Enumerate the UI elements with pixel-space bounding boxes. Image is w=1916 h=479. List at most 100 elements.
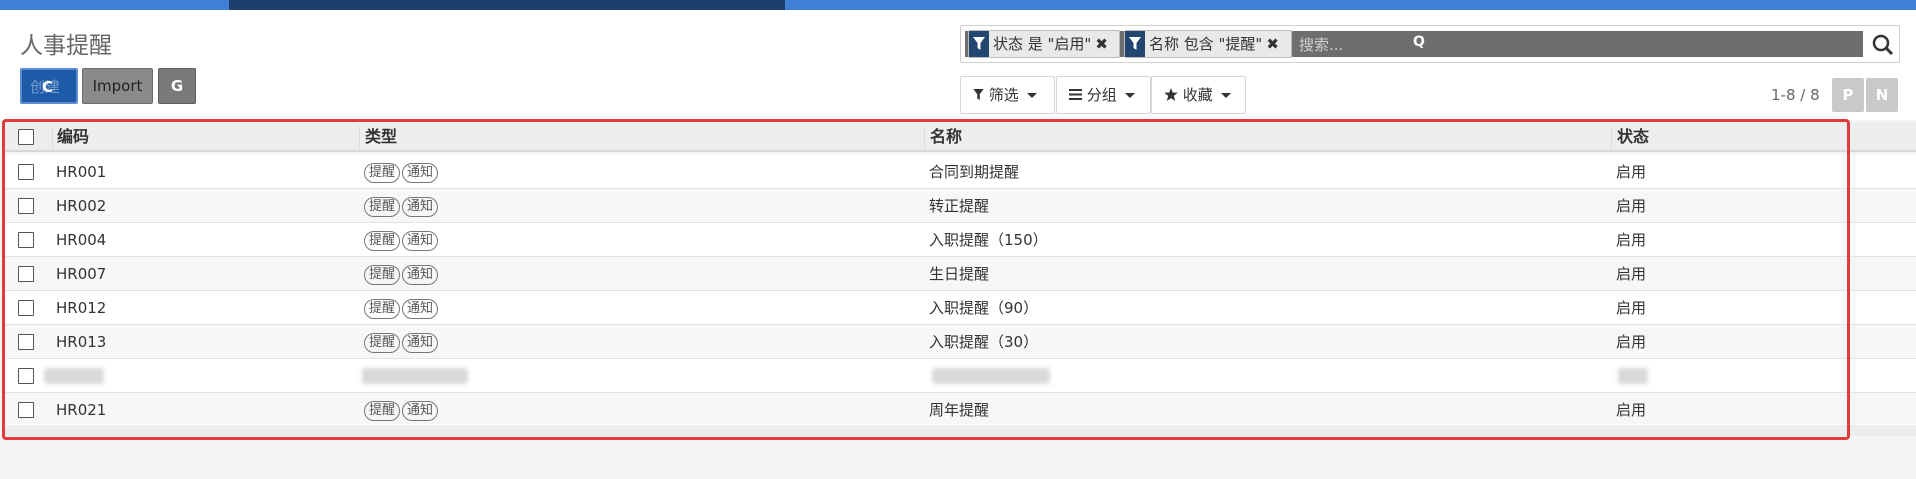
row-code: HR007 bbox=[56, 265, 107, 283]
column-header-type[interactable]: 类型 bbox=[365, 122, 397, 152]
remove-facet-icon[interactable]: ✖ bbox=[1266, 31, 1283, 57]
type-tag: 通知 bbox=[402, 196, 439, 217]
create-button-overlay: C bbox=[42, 78, 54, 96]
table-footer bbox=[4, 428, 1916, 436]
row-type: 提醒 通知 bbox=[364, 155, 440, 189]
type-tag: 通知 bbox=[402, 298, 439, 319]
redacted-block bbox=[362, 368, 468, 384]
import-button[interactable]: Import bbox=[82, 68, 153, 104]
column-separator bbox=[1611, 126, 1612, 150]
column-header-status[interactable]: 状态 bbox=[1617, 122, 1649, 152]
control-panel: 人事提醒 创建 C Import G 状态 是 "启用" ✖ 名称 包含 "提醒"… bbox=[0, 10, 1916, 120]
search-facet-name[interactable]: 名称 包含 "提醒" ✖ bbox=[1124, 30, 1292, 58]
favorite-label: 收藏 bbox=[1182, 86, 1213, 104]
g-button[interactable]: G bbox=[158, 68, 196, 104]
type-tag: 提醒 bbox=[364, 298, 401, 319]
row-status: 启用 bbox=[1616, 231, 1647, 249]
search-facet-label: 名称 包含 "提醒" bbox=[1149, 35, 1263, 53]
row-checkbox[interactable] bbox=[18, 198, 34, 214]
caret-down-icon bbox=[1026, 93, 1037, 98]
row-checkbox[interactable] bbox=[18, 334, 34, 350]
type-tag: 提醒 bbox=[364, 230, 401, 251]
row-checkbox[interactable] bbox=[18, 402, 34, 418]
bars-icon bbox=[1069, 89, 1082, 100]
table-row[interactable]: HR001 提醒 通知 合同到期提醒 启用 bbox=[4, 155, 1916, 189]
star-icon bbox=[1164, 88, 1178, 101]
row-status: 启用 bbox=[1616, 299, 1647, 317]
row-code: HR004 bbox=[56, 231, 107, 249]
group-label: 分组 bbox=[1086, 86, 1117, 104]
table-row[interactable]: HR004 提醒 通知 入职提醒（150） 启用 bbox=[4, 223, 1916, 257]
table-row[interactable]: HR007 提醒 通知 生日提醒 启用 bbox=[4, 257, 1916, 291]
row-code: HR021 bbox=[56, 401, 107, 419]
row-name: 入职提醒（30） bbox=[929, 333, 1039, 351]
row-checkbox[interactable] bbox=[18, 266, 34, 282]
row-type: 提醒 通知 bbox=[364, 223, 440, 257]
row-name: 转正提醒 bbox=[929, 197, 990, 215]
search-q-glyph: Q bbox=[1413, 34, 1425, 50]
type-tag: 提醒 bbox=[364, 196, 401, 217]
row-checkbox[interactable] bbox=[18, 300, 34, 316]
row-code: HR013 bbox=[56, 333, 107, 351]
table-row-redacted[interactable] bbox=[4, 359, 1916, 393]
column-header-name[interactable]: 名称 bbox=[930, 122, 962, 152]
row-type: 提醒 通知 bbox=[364, 393, 440, 427]
row-type: 提醒 通知 bbox=[364, 291, 440, 325]
type-tag: 通知 bbox=[402, 264, 439, 285]
remove-facet-icon[interactable]: ✖ bbox=[1095, 31, 1112, 57]
pager-range: 1-8 / 8 bbox=[1771, 86, 1820, 104]
row-name: 入职提醒（150） bbox=[929, 231, 1048, 249]
row-checkbox[interactable] bbox=[18, 164, 34, 180]
type-tag: 通知 bbox=[402, 230, 439, 251]
redacted-block bbox=[1618, 368, 1648, 384]
row-status: 启用 bbox=[1616, 197, 1647, 215]
pager-previous-button[interactable]: P bbox=[1832, 78, 1864, 112]
row-name: 周年提醒 bbox=[929, 401, 990, 419]
column-separator bbox=[52, 126, 53, 150]
search-facet-label: 状态 是 "启用" bbox=[993, 35, 1092, 53]
filter-label: 筛选 bbox=[988, 86, 1019, 104]
type-tag: 提醒 bbox=[364, 332, 401, 353]
page-title: 人事提醒 bbox=[20, 33, 112, 59]
table-row[interactable]: HR021 提醒 通知 周年提醒 启用 bbox=[4, 393, 1916, 427]
row-name: 入职提醒（90） bbox=[929, 299, 1039, 317]
filter-icon bbox=[969, 31, 989, 57]
table-row[interactable]: HR013 提醒 通知 入职提醒（30） 启用 bbox=[4, 325, 1916, 359]
search-bar: 状态 是 "启用"✖ 名称 包含 "提醒"✖ Q bbox=[960, 25, 1900, 63]
top-navbar bbox=[0, 0, 1916, 10]
row-code: HR001 bbox=[56, 163, 107, 181]
filter-dropdown-button[interactable]: 筛选 bbox=[960, 76, 1055, 114]
row-type: 提醒 通知 bbox=[364, 257, 440, 291]
row-status: 启用 bbox=[1616, 401, 1647, 419]
row-type: 提醒 通知 bbox=[364, 325, 440, 359]
table-row[interactable]: HR002 提醒 通知 转正提醒 启用 bbox=[4, 189, 1916, 223]
redacted-block bbox=[932, 368, 1050, 384]
type-tag: 通知 bbox=[402, 332, 439, 353]
row-status: 启用 bbox=[1616, 163, 1647, 181]
type-tag: 提醒 bbox=[364, 162, 401, 183]
search-facet-status[interactable]: 状态 是 "启用" ✖ bbox=[968, 30, 1120, 58]
table-row[interactable]: HR012 提醒 通知 入职提醒（90） 启用 bbox=[4, 291, 1916, 325]
search-input[interactable] bbox=[1297, 32, 1857, 58]
create-button[interactable]: 创建 C bbox=[20, 68, 78, 104]
top-navbar-active-segment bbox=[229, 0, 785, 10]
caret-down-icon bbox=[1124, 93, 1135, 98]
row-name: 生日提醒 bbox=[929, 265, 990, 283]
pager-next-button[interactable]: N bbox=[1866, 78, 1898, 112]
redacted-block bbox=[44, 368, 104, 384]
column-separator bbox=[359, 126, 360, 150]
row-status: 启用 bbox=[1616, 265, 1647, 283]
favorites-dropdown-button[interactable]: 收藏 bbox=[1151, 76, 1246, 114]
column-header-code[interactable]: 编码 bbox=[57, 122, 89, 152]
type-tag: 提醒 bbox=[364, 264, 401, 285]
filter-icon bbox=[1125, 31, 1145, 57]
row-code: HR012 bbox=[56, 299, 107, 317]
search-icon[interactable] bbox=[1870, 32, 1896, 58]
select-all-checkbox[interactable] bbox=[18, 129, 34, 145]
group-by-dropdown-button[interactable]: 分组 bbox=[1056, 76, 1151, 114]
row-checkbox[interactable] bbox=[18, 232, 34, 248]
type-tag: 通知 bbox=[402, 162, 439, 183]
row-type: 提醒 通知 bbox=[364, 189, 440, 223]
type-tag: 提醒 bbox=[364, 400, 401, 421]
row-checkbox[interactable] bbox=[18, 368, 34, 384]
